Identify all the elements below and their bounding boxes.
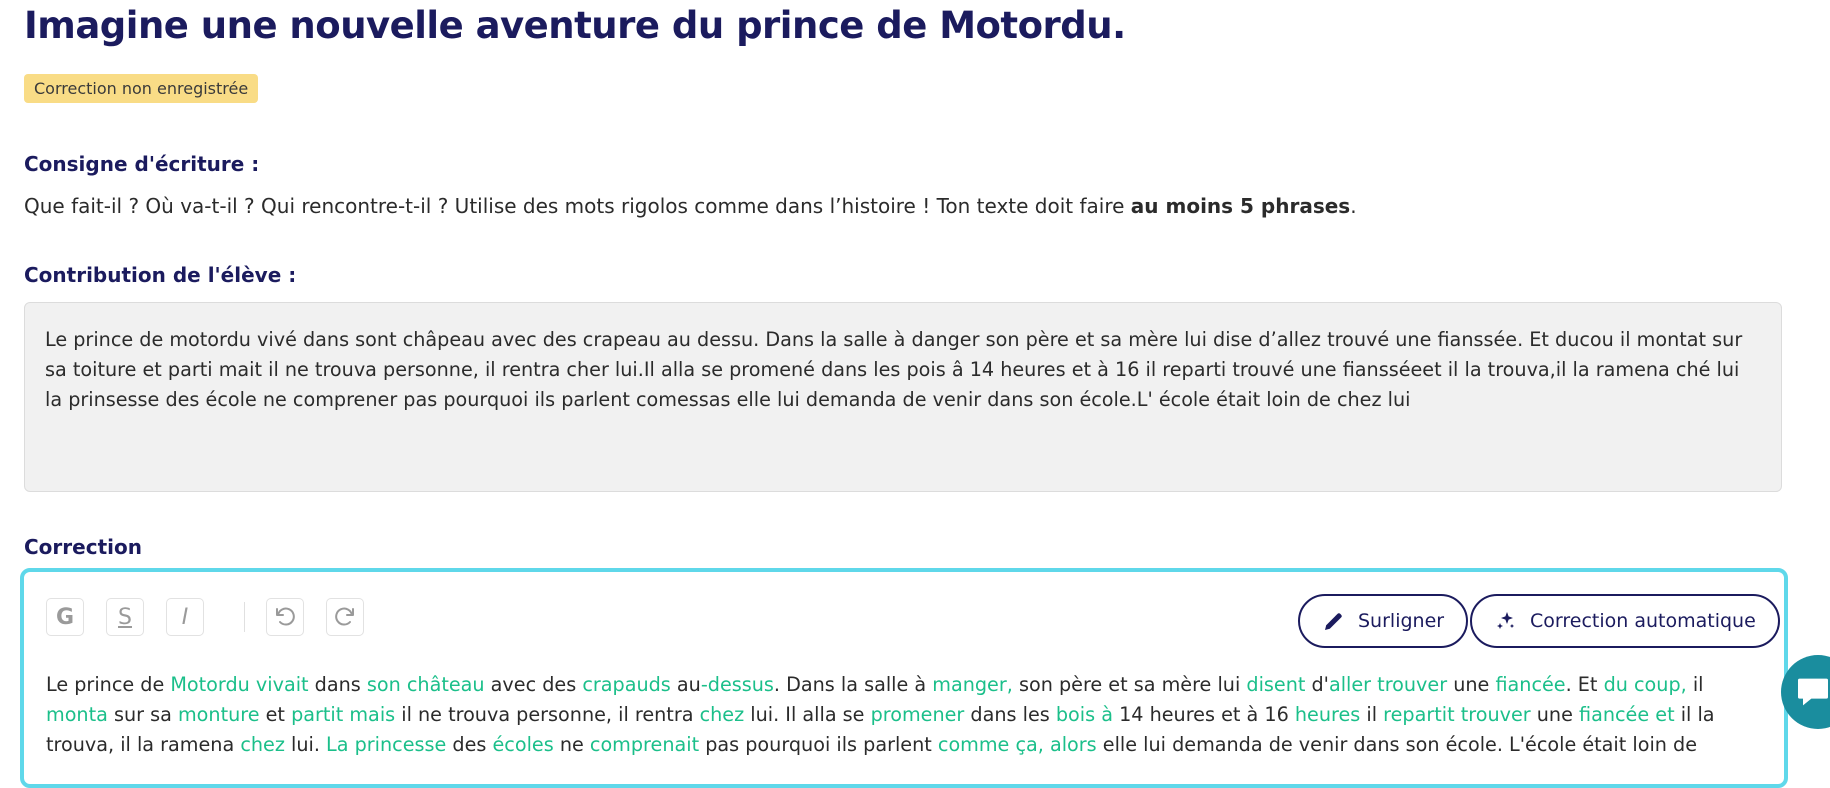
- undo-button[interactable]: [266, 598, 304, 636]
- auto-correction-button-label: Correction automatique: [1530, 610, 1756, 632]
- correction-segment: au: [670, 673, 701, 696]
- correction-segment: il: [1360, 703, 1384, 726]
- correction-segment: dans les: [964, 703, 1056, 726]
- correction-fix: monta: [46, 703, 108, 726]
- correction-segment: il: [1686, 673, 1704, 696]
- correction-fix: bois à: [1055, 703, 1113, 726]
- correction-segment: une: [1530, 703, 1579, 726]
- correction-heading: Correction: [24, 535, 142, 559]
- highlight-button[interactable]: Surligner: [1298, 594, 1469, 648]
- italic-button[interactable]: I: [166, 598, 204, 636]
- instructions-text: Que fait-il ? Où va-t-il ? Qui rencontre…: [24, 194, 1357, 218]
- chat-button[interactable]: [1781, 655, 1830, 729]
- correction-fix: repartit trouver: [1383, 703, 1531, 726]
- correction-fix: heures: [1294, 703, 1361, 726]
- correction-segment: il ne trouva personne, il rentra: [395, 703, 700, 726]
- correction-segment: . Et: [1565, 673, 1604, 696]
- sparkles-icon: [1497, 612, 1514, 629]
- correction-fix: fiancée et: [1579, 703, 1675, 726]
- correction-fix: aller trouver: [1328, 673, 1448, 696]
- contribution-heading: Contribution de l'élève :: [24, 263, 297, 287]
- correction-segment: une: [1447, 673, 1496, 696]
- instructions-heading: Consigne d'écriture :: [24, 152, 260, 176]
- pencil-icon: [1325, 613, 1342, 630]
- correction-segment: ne: [553, 733, 590, 756]
- correction-segment: avec des: [484, 673, 583, 696]
- correction-editor[interactable]: G S I Surligner Correction automatique L…: [20, 568, 1788, 788]
- auto-correction-button[interactable]: Correction automatique: [1470, 594, 1780, 648]
- undo-icon: [276, 607, 295, 626]
- correction-fix: écoles: [492, 733, 554, 756]
- bold-button[interactable]: G: [46, 598, 84, 636]
- correction-fix: promener: [870, 703, 965, 726]
- correction-text[interactable]: Le prince de Motordu vivait dans son châ…: [46, 670, 1760, 760]
- chat-icon: [1798, 678, 1828, 706]
- redo-icon: [335, 607, 354, 626]
- page-title: Imagine une nouvelle aventure du prince …: [24, 4, 1126, 47]
- correction-segment: sur sa: [107, 703, 178, 726]
- correction-segment: . Dans la salle à: [773, 673, 933, 696]
- correction-fix: crapauds: [582, 673, 671, 696]
- instructions-text-bold: au moins 5 phrases: [1130, 194, 1351, 218]
- strike-button[interactable]: S: [106, 598, 144, 636]
- correction-fix: chez: [699, 703, 745, 726]
- correction-segment: son père et sa mère lui: [1012, 673, 1247, 696]
- correction-fix: -dessus: [700, 673, 774, 696]
- correction-segment: des: [446, 733, 493, 756]
- instructions-text-end: .: [1350, 194, 1357, 218]
- correction-fix: disent: [1246, 673, 1306, 696]
- correction-fix: La princesse: [326, 733, 447, 756]
- correction-fix: comme ça, alors: [937, 733, 1097, 756]
- redo-button[interactable]: [326, 598, 364, 636]
- student-contribution: Le prince de motordu vivé dans sont châp…: [24, 302, 1782, 492]
- correction-fix: son château: [366, 673, 485, 696]
- correction-fix: du coup,: [1603, 673, 1687, 696]
- correction-fix: partit mais: [291, 703, 396, 726]
- correction-fix: monture: [177, 703, 260, 726]
- correction-segment: dans: [308, 673, 367, 696]
- correction-segment: et: [259, 703, 292, 726]
- correction-fix: comprenait: [589, 733, 700, 756]
- correction-segment: elle lui demanda de venir dans son école…: [1096, 733, 1698, 756]
- correction-segment: d': [1305, 673, 1329, 696]
- correction-segment: 14 heures et à 16: [1112, 703, 1295, 726]
- highlight-button-label: Surligner: [1358, 610, 1445, 632]
- correction-fix: fiancée: [1495, 673, 1566, 696]
- status-badge: Correction non enregistrée: [24, 74, 259, 103]
- correction-segment: lui. Il alla se: [744, 703, 871, 726]
- correction-segment: pas pourquoi ils parlent: [699, 733, 938, 756]
- correction-segment: Le prince de: [46, 673, 171, 696]
- correction-fix: manger,: [932, 673, 1013, 696]
- correction-segment: lui.: [284, 733, 327, 756]
- correction-fix: chez: [240, 733, 285, 756]
- instructions-text-start: Que fait-il ? Où va-t-il ? Qui rencontre…: [24, 194, 1131, 218]
- toolbar-separator: [244, 602, 245, 632]
- correction-fix: Motordu vivait: [170, 673, 309, 696]
